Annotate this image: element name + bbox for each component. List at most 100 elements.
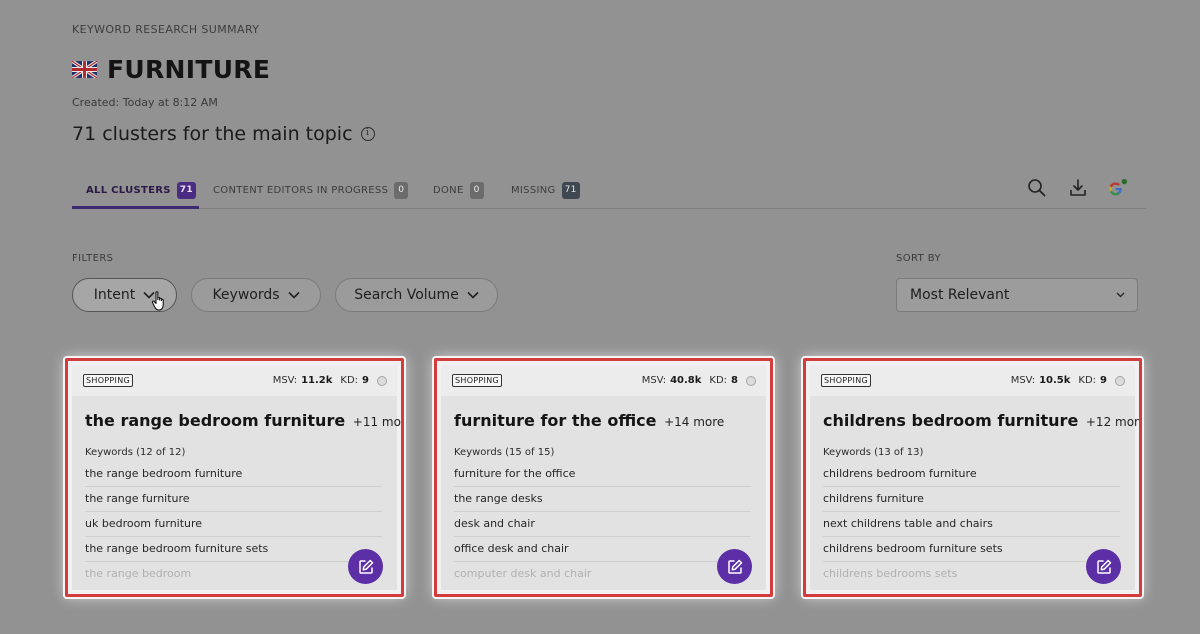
- hand-cursor-icon: [151, 291, 164, 311]
- intent-tag: SHOPPING: [821, 374, 871, 387]
- keyword-item: furniture for the office: [454, 462, 751, 487]
- sort-value: Most Relevant: [910, 287, 1010, 303]
- more-count: +14 more: [664, 415, 725, 429]
- tab-label: ALL CLUSTERS: [86, 185, 171, 196]
- page-title: FURNITURE: [107, 55, 271, 84]
- edit-icon: [358, 559, 373, 574]
- cluster-title[interactable]: childrens bedroom furniture +12 more: [823, 411, 1142, 430]
- edit-icon: [1096, 559, 1111, 574]
- keywords-filter-button[interactable]: Keywords: [191, 278, 321, 312]
- more-count: +12 more: [1085, 415, 1142, 429]
- card-header: SHOPPING MSV: 11.2k KD: 9: [72, 365, 397, 396]
- filter-label: Keywords: [212, 287, 280, 303]
- tab-label: DONE: [433, 185, 464, 196]
- keyword-list: the range bedroom furniture the range fu…: [85, 462, 382, 587]
- cluster-card[interactable]: SHOPPING MSV: 11.2k KD: 9 the range bedr…: [65, 358, 404, 597]
- info-icon[interactable]: i: [360, 127, 375, 141]
- tab-count-badge: 71: [176, 182, 196, 199]
- msv-value: 40.8k: [670, 375, 702, 386]
- keyword-item: desk and chair: [454, 512, 751, 537]
- tab-missing[interactable]: MISSING 71: [511, 182, 580, 199]
- cluster-title-text: the range bedroom furniture: [85, 411, 346, 430]
- active-tab-indicator: [72, 206, 199, 209]
- edit-icon: [727, 559, 742, 574]
- search-volume-filter-button[interactable]: Search Volume: [335, 278, 498, 312]
- edit-cluster-button[interactable]: [717, 549, 752, 584]
- more-count: +11 more: [352, 415, 401, 429]
- msv-value: 10.5k: [1039, 375, 1071, 386]
- filter-label: Search Volume: [354, 287, 459, 303]
- kd-label: KD:: [709, 375, 728, 386]
- created-timestamp: Created: Today at 8:12 AM: [72, 96, 218, 109]
- title-row: FURNITURE: [72, 55, 270, 84]
- subtitle-row: 71 clusters for the main topic i: [72, 123, 375, 145]
- chevron-down-icon: [1116, 292, 1125, 298]
- filter-label: Intent: [93, 287, 136, 303]
- tab-done[interactable]: DONE 0: [433, 182, 484, 199]
- cluster-card-body: SHOPPING MSV: 40.8k KD: 8 furniture for …: [441, 365, 766, 590]
- keyword-item: the range bedroom furniture: [85, 462, 382, 487]
- intent-tag: SHOPPING: [83, 374, 133, 387]
- kd-value: 9: [362, 375, 369, 386]
- google-icon[interactable]: [1106, 177, 1128, 199]
- page-eyebrow: KEYWORD RESEARCH SUMMARY: [72, 23, 260, 36]
- tab-content-editors-in-progress[interactable]: CONTENT EDITORS IN PROGRESS 0: [213, 182, 409, 199]
- keyword-item: office desk and chair: [454, 537, 751, 562]
- cluster-card-body: SHOPPING MSV: 11.2k KD: 9 the range bedr…: [72, 365, 401, 590]
- keyword-research-page: KEYWORD RESEARCH SUMMARY FURNITURE Creat…: [0, 0, 1200, 634]
- tab-label: CONTENT EDITORS IN PROGRESS: [213, 185, 389, 196]
- kd-label: KD:: [340, 375, 359, 386]
- keyword-count: Keywords (15 of 15): [454, 447, 555, 458]
- card-header: SHOPPING MSV: 10.5k KD: 9: [810, 365, 1135, 396]
- tab-label: MISSING: [511, 185, 556, 196]
- keyword-item: the range furniture: [85, 487, 382, 512]
- card-metrics: MSV: 10.5k KD: 9: [1011, 375, 1125, 386]
- cluster-tabs: ALL CLUSTERS 71 CONTENT EDITORS IN PROGR…: [72, 174, 1146, 209]
- cluster-title[interactable]: the range bedroom furniture +11 more: [85, 411, 401, 430]
- card-metrics: MSV: 11.2k KD: 9: [273, 375, 387, 386]
- intent-tag: SHOPPING: [452, 374, 502, 387]
- cluster-summary: 71 clusters for the main topic: [72, 123, 353, 145]
- keyword-item: childrens furniture: [823, 487, 1120, 512]
- keyword-list: furniture for the office the range desks…: [454, 462, 751, 587]
- card-metrics: MSV: 40.8k KD: 8: [642, 375, 756, 386]
- cluster-card[interactable]: SHOPPING MSV: 10.5k KD: 9 childrens bedr…: [803, 358, 1142, 597]
- cluster-card-body: SHOPPING MSV: 10.5k KD: 9 childrens bedr…: [810, 365, 1139, 590]
- tab-count-badge: 0: [469, 182, 484, 199]
- kd-label: KD:: [1078, 375, 1097, 386]
- edit-cluster-button[interactable]: [1086, 549, 1121, 584]
- search-icon[interactable]: [1026, 177, 1048, 199]
- keyword-item: childrens bedroom furniture: [823, 462, 1120, 487]
- keyword-item: the range bedroom furniture sets: [85, 537, 382, 562]
- kd-indicator: [1115, 375, 1125, 386]
- edit-cluster-button[interactable]: [348, 549, 383, 584]
- tab-count-badge: 71: [561, 182, 580, 199]
- tab-all-clusters[interactable]: ALL CLUSTERS 71: [86, 182, 196, 199]
- card-header: SHOPPING MSV: 40.8k KD: 8: [441, 365, 766, 396]
- keyword-item: uk bedroom furniture: [85, 512, 382, 537]
- msv-label: MSV:: [1010, 375, 1036, 386]
- kd-indicator: [377, 375, 387, 386]
- keyword-list: childrens bedroom furniture childrens fu…: [823, 462, 1120, 587]
- msv-label: MSV:: [641, 375, 667, 386]
- keyword-item: the range bedroom: [85, 567, 192, 580]
- keyword-item: next childrens table and chairs: [823, 512, 1120, 537]
- chevron-down-icon: [467, 291, 479, 299]
- cluster-title[interactable]: furniture for the office +14 more: [454, 411, 724, 430]
- cluster-title-text: childrens bedroom furniture: [823, 411, 1079, 430]
- keyword-item: childrens bedrooms sets: [823, 567, 958, 580]
- kd-value: 9: [1100, 375, 1107, 386]
- keyword-count: Keywords (12 of 12): [85, 447, 186, 458]
- download-icon[interactable]: [1067, 177, 1089, 199]
- chevron-down-icon: [287, 291, 300, 299]
- cluster-card[interactable]: SHOPPING MSV: 40.8k KD: 8 furniture for …: [434, 358, 773, 597]
- kd-value: 8: [731, 375, 738, 386]
- cluster-title-text: furniture for the office: [454, 411, 657, 430]
- keyword-item: computer desk and chair: [454, 567, 592, 580]
- sort-by-select[interactable]: Most Relevant: [896, 278, 1138, 312]
- keyword-item: childrens bedroom furniture sets: [823, 537, 1120, 562]
- kd-indicator: [746, 375, 756, 386]
- filters-label: FILTERS: [72, 253, 114, 264]
- keyword-item: the range desks: [454, 487, 751, 512]
- msv-label: MSV:: [272, 375, 298, 386]
